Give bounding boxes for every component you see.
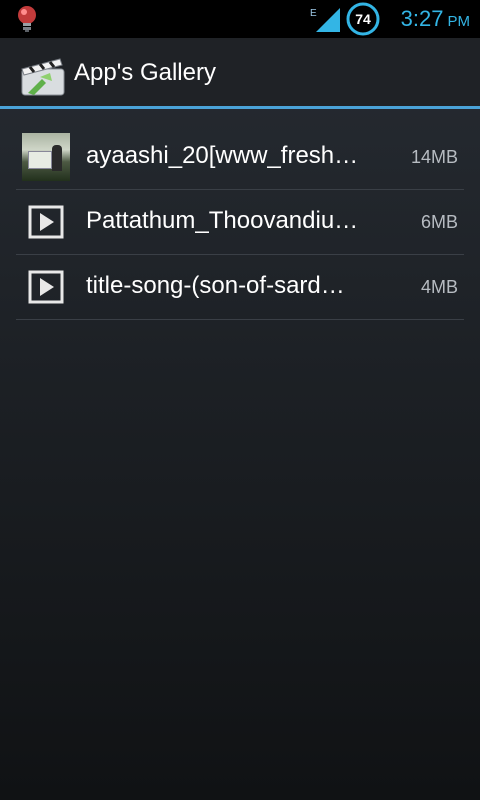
play-icon (28, 270, 64, 304)
clock-ampm: PM (447, 13, 471, 30)
action-bar (0, 38, 480, 106)
file-list: ayaashi_20[www_fresh… 14MB Pattathum_Tho… (16, 125, 464, 320)
file-size: 4MB (420, 277, 458, 297)
lightbulb-icon (18, 6, 36, 32)
page-title: App's Gallery (74, 59, 216, 86)
list-item[interactable]: Pattathum_Thoovandiu… 6MB (16, 190, 464, 255)
battery-level: 74 (355, 11, 371, 27)
status-bar: E 74 3:27 PM (0, 0, 480, 38)
signal-icon: E (310, 8, 340, 32)
file-size: 14MB (410, 147, 458, 167)
file-name: title-song-(son-of-sard… (86, 272, 345, 299)
clock-time: 3:27 (400, 6, 444, 31)
file-name: ayaashi_20[www_fresh… (86, 142, 359, 169)
svg-text:E: E (310, 8, 317, 19)
action-bar-divider (0, 106, 480, 109)
list-item[interactable]: title-song-(son-of-sard… 4MB (16, 255, 464, 320)
clock: 3:27 PM (401, 6, 470, 32)
list-item[interactable]: ayaashi_20[www_fresh… 14MB (16, 125, 464, 190)
file-name: Pattathum_Thoovandiu… (86, 207, 359, 234)
video-thumbnail (22, 133, 70, 181)
play-icon (28, 205, 64, 239)
clapperboard-icon[interactable] (20, 57, 66, 97)
file-size: 6MB (420, 212, 458, 232)
